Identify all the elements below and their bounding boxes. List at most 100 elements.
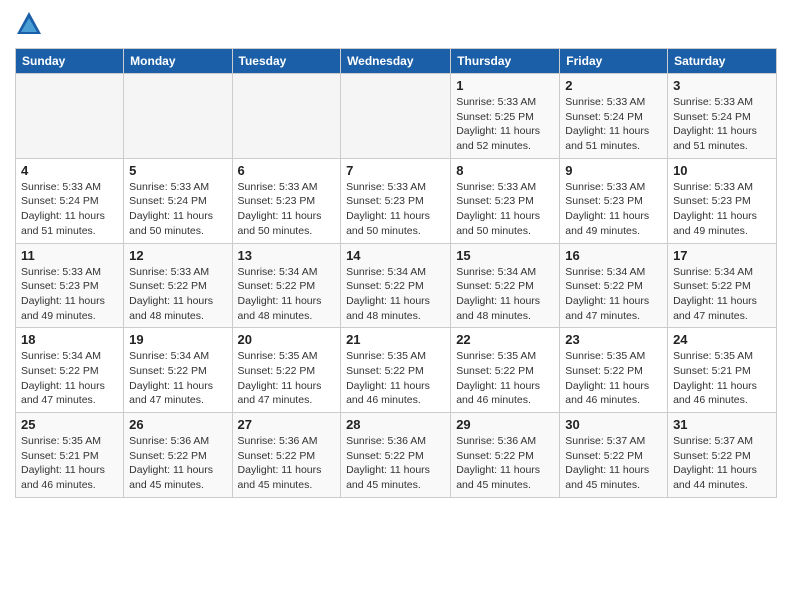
logo-icon [15, 10, 43, 38]
day-number: 10 [673, 163, 771, 178]
calendar-cell: 24 Sunrise: 5:35 AMSunset: 5:21 PMDayligh… [668, 328, 777, 413]
calendar-cell: 20 Sunrise: 5:35 AMSunset: 5:22 PMDayligh… [232, 328, 341, 413]
calendar-cell: 29 Sunrise: 5:36 AMSunset: 5:22 PMDayligh… [451, 413, 560, 498]
day-detail: Sunrise: 5:36 AMSunset: 5:22 PMDaylight:… [346, 434, 445, 493]
day-number: 20 [238, 332, 336, 347]
day-number: 26 [129, 417, 226, 432]
day-detail: Sunrise: 5:35 AMSunset: 5:22 PMDaylight:… [238, 349, 336, 408]
calendar-cell: 3Sunrise: 5:33 AMSunset: 5:24 PMDaylight… [668, 74, 777, 159]
day-detail: Sunrise: 5:36 AMSunset: 5:22 PMDaylight:… [129, 434, 226, 493]
day-detail: Sunrise: 5:34 AMSunset: 5:22 PMDaylight:… [238, 265, 336, 324]
day-number: 5 [129, 163, 226, 178]
day-header-thursday: Thursday [451, 49, 560, 74]
day-detail: Sunrise: 5:35 AMSunset: 5:22 PMDaylight:… [565, 349, 662, 408]
day-detail: Sunrise: 5:34 AMSunset: 5:22 PMDaylight:… [129, 349, 226, 408]
calendar-cell: 5 Sunrise: 5:33 AMSunset: 5:24 PMDaylight… [124, 158, 232, 243]
day-number: 19 [129, 332, 226, 347]
calendar-cell: 1Sunrise: 5:33 AMSunset: 5:25 PMDaylight… [451, 74, 560, 159]
calendar-cell [341, 74, 451, 159]
day-detail: Sunrise: 5:35 AMSunset: 5:22 PMDaylight:… [456, 349, 554, 408]
calendar-cell: 9Sunrise: 5:33 AMSunset: 5:23 PMDaylight… [560, 158, 668, 243]
calendar: SundayMondayTuesdayWednesdayThursdayFrid… [15, 48, 777, 498]
day-header-monday: Monday [124, 49, 232, 74]
week-row-1: 4 Sunrise: 5:33 AMSunset: 5:24 PMDaylight… [16, 158, 777, 243]
day-number: 2 [565, 78, 662, 93]
calendar-cell [232, 74, 341, 159]
day-detail: Sunrise: 5:35 AMSunset: 5:21 PMDaylight:… [673, 349, 771, 408]
calendar-cell: 11 Sunrise: 5:33 AMSunset: 5:23 PMDayligh… [16, 243, 124, 328]
calendar-cell: 19 Sunrise: 5:34 AMSunset: 5:22 PMDayligh… [124, 328, 232, 413]
day-header-friday: Friday [560, 49, 668, 74]
calendar-cell: 18Sunrise: 5:34 AMSunset: 5:22 PMDayligh… [16, 328, 124, 413]
calendar-cell: 14Sunrise: 5:34 AMSunset: 5:22 PMDayligh… [341, 243, 451, 328]
calendar-cell: 16 Sunrise: 5:34 AMSunset: 5:22 PMDayligh… [560, 243, 668, 328]
calendar-cell: 30 Sunrise: 5:37 AMSunset: 5:22 PMDayligh… [560, 413, 668, 498]
day-number: 13 [238, 248, 336, 263]
day-number: 16 [565, 248, 662, 263]
day-detail: Sunrise: 5:33 AMSunset: 5:23 PMDaylight:… [21, 265, 118, 324]
day-number: 18 [21, 332, 118, 347]
day-number: 25 [21, 417, 118, 432]
day-header-tuesday: Tuesday [232, 49, 341, 74]
day-detail: Sunrise: 5:33 AMSunset: 5:23 PMDaylight:… [238, 180, 336, 239]
calendar-cell: 8Sunrise: 5:33 AMSunset: 5:23 PMDaylight… [451, 158, 560, 243]
calendar-cell: 15 Sunrise: 5:34 AMSunset: 5:22 PMDayligh… [451, 243, 560, 328]
day-number: 28 [346, 417, 445, 432]
calendar-cell: 31 Sunrise: 5:37 AMSunset: 5:22 PMDayligh… [668, 413, 777, 498]
calendar-cell: 10 Sunrise: 5:33 AMSunset: 5:23 PMDayligh… [668, 158, 777, 243]
day-number: 31 [673, 417, 771, 432]
day-number: 30 [565, 417, 662, 432]
calendar-cell: 12Sunrise: 5:33 AMSunset: 5:22 PMDayligh… [124, 243, 232, 328]
day-detail: Sunrise: 5:33 AMSunset: 5:24 PMDaylight:… [673, 95, 771, 154]
day-number: 29 [456, 417, 554, 432]
calendar-cell: 28 Sunrise: 5:36 AMSunset: 5:22 PMDayligh… [341, 413, 451, 498]
day-header-saturday: Saturday [668, 49, 777, 74]
day-number: 7 [346, 163, 445, 178]
calendar-cell: 2 Sunrise: 5:33 AMSunset: 5:24 PMDaylight… [560, 74, 668, 159]
day-number: 4 [21, 163, 118, 178]
page: SundayMondayTuesdayWednesdayThursdayFrid… [0, 0, 792, 508]
header-row: SundayMondayTuesdayWednesdayThursdayFrid… [16, 49, 777, 74]
calendar-cell: 23 Sunrise: 5:35 AMSunset: 5:22 PMDayligh… [560, 328, 668, 413]
day-detail: Sunrise: 5:36 AMSunset: 5:22 PMDaylight:… [238, 434, 336, 493]
day-detail: Sunrise: 5:33 AMSunset: 5:24 PMDaylight:… [565, 95, 662, 154]
calendar-cell: 6 Sunrise: 5:33 AMSunset: 5:23 PMDaylight… [232, 158, 341, 243]
day-detail: Sunrise: 5:35 AMSunset: 5:22 PMDaylight:… [346, 349, 445, 408]
calendar-cell: 4 Sunrise: 5:33 AMSunset: 5:24 PMDaylight… [16, 158, 124, 243]
day-number: 23 [565, 332, 662, 347]
day-detail: Sunrise: 5:34 AMSunset: 5:22 PMDaylight:… [673, 265, 771, 324]
day-number: 9 [565, 163, 662, 178]
day-number: 6 [238, 163, 336, 178]
logo [15, 10, 47, 38]
day-detail: Sunrise: 5:34 AMSunset: 5:22 PMDaylight:… [456, 265, 554, 324]
calendar-cell: 13 Sunrise: 5:34 AMSunset: 5:22 PMDayligh… [232, 243, 341, 328]
day-number: 22 [456, 332, 554, 347]
day-number: 12 [129, 248, 226, 263]
day-number: 14 [346, 248, 445, 263]
day-detail: Sunrise: 5:33 AMSunset: 5:24 PMDaylight:… [21, 180, 118, 239]
day-detail: Sunrise: 5:33 AMSunset: 5:25 PMDaylight:… [456, 95, 554, 154]
day-number: 11 [21, 248, 118, 263]
day-detail: Sunrise: 5:36 AMSunset: 5:22 PMDaylight:… [456, 434, 554, 493]
calendar-cell: 21Sunrise: 5:35 AMSunset: 5:22 PMDayligh… [341, 328, 451, 413]
day-number: 27 [238, 417, 336, 432]
day-header-sunday: Sunday [16, 49, 124, 74]
calendar-cell: 27 Sunrise: 5:36 AMSunset: 5:22 PMDayligh… [232, 413, 341, 498]
day-number: 15 [456, 248, 554, 263]
day-detail: Sunrise: 5:33 AMSunset: 5:23 PMDaylight:… [673, 180, 771, 239]
day-detail: Sunrise: 5:33 AMSunset: 5:23 PMDaylight:… [346, 180, 445, 239]
day-number: 8 [456, 163, 554, 178]
day-number: 24 [673, 332, 771, 347]
week-row-3: 18 Sunrise: 5:34 AMSunset: 5:22 PMDayligh… [16, 328, 777, 413]
calendar-cell [124, 74, 232, 159]
week-row-4: 25 Sunrise: 5:35 AMSunset: 5:21 PMDayligh… [16, 413, 777, 498]
day-detail: Sunrise: 5:33 AMSunset: 5:24 PMDaylight:… [129, 180, 226, 239]
day-detail: Sunrise: 5:37 AMSunset: 5:22 PMDaylight:… [565, 434, 662, 493]
day-detail: Sunrise: 5:35 AMSunset: 5:21 PMDaylight:… [21, 434, 118, 493]
header [15, 10, 777, 38]
calendar-cell: 7 Sunrise: 5:33 AMSunset: 5:23 PMDaylight… [341, 158, 451, 243]
day-detail: Sunrise: 5:37 AMSunset: 5:22 PMDaylight:… [673, 434, 771, 493]
calendar-cell [16, 74, 124, 159]
day-number: 17 [673, 248, 771, 263]
day-detail: Sunrise: 5:34 AMSunset: 5:22 PMDaylight:… [565, 265, 662, 324]
